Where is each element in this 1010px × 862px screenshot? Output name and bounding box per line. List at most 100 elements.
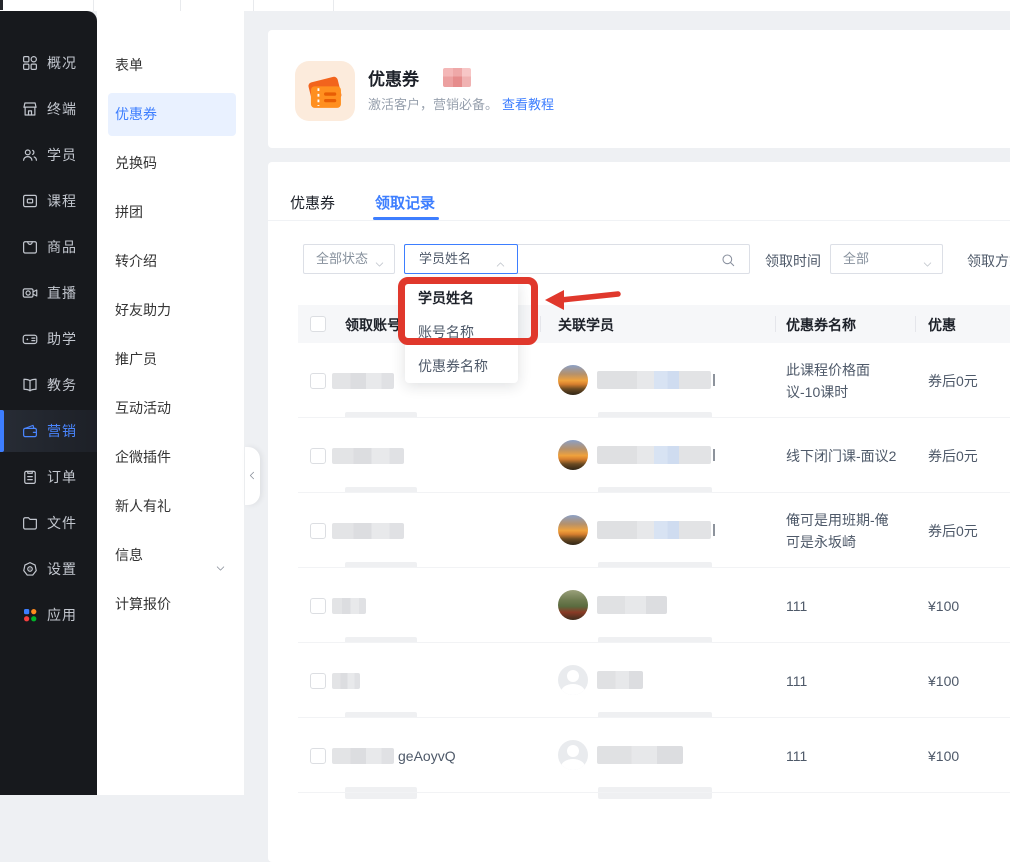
sidebar-item-10[interactable]: 订单 xyxy=(0,456,97,498)
storefront-icon xyxy=(21,100,39,118)
redaction-artifact xyxy=(598,787,712,799)
row-checkbox[interactable] xyxy=(310,598,326,614)
top-strip xyxy=(0,0,1010,11)
marketing-icon xyxy=(21,422,39,440)
grid-icon xyxy=(21,54,39,72)
table-row: 111 ¥100 xyxy=(268,568,1010,643)
discount-cell: ¥100 xyxy=(928,568,959,643)
top-strip-divider xyxy=(93,0,94,11)
submenu-item-label: 拼团 xyxy=(115,204,143,220)
gear-icon xyxy=(21,560,39,578)
sidebar-item-11[interactable]: 文件 xyxy=(0,502,97,544)
redacted-student-name xyxy=(597,446,711,464)
tab-claim-records[interactable]: 领取记录 xyxy=(375,192,435,213)
folder-icon xyxy=(21,514,39,532)
submenu-item-5[interactable]: 转介绍 xyxy=(108,240,236,283)
status-select[interactable]: 全部状态 xyxy=(303,244,395,274)
page-title: 优惠券 xyxy=(368,65,419,90)
submenu-item-9[interactable]: 企微插件 xyxy=(108,436,236,479)
sidebar-item-label: 概况 xyxy=(47,55,77,71)
discount-cell: 券后0元 xyxy=(928,418,978,493)
users-icon xyxy=(21,146,39,164)
search-icon[interactable] xyxy=(720,252,736,268)
chevron-down-icon xyxy=(214,549,227,562)
sidebar-item-13[interactable]: 应用 xyxy=(0,594,97,636)
sidebar-item-5[interactable]: 商品 xyxy=(0,226,97,268)
dropdown-option[interactable]: 账号名称 xyxy=(405,315,518,349)
table-row: geAoyvQ 111 ¥100 xyxy=(268,718,1010,793)
redacted-account xyxy=(332,598,366,614)
submenu-item-6[interactable]: 好友助力 xyxy=(108,289,236,332)
sidebar-item-label: 商品 xyxy=(47,239,77,255)
redacted-student-name xyxy=(597,371,711,389)
row-checkbox[interactable] xyxy=(310,748,326,764)
submenu-item-3[interactable]: 兑换码 xyxy=(108,142,236,185)
photo-avatar xyxy=(558,440,588,470)
submenu-item-8[interactable]: 互动活动 xyxy=(108,387,236,430)
sidebar-item-12[interactable]: 设置 xyxy=(0,548,97,590)
table-row: 线下闭门课-面议2 券后0元 xyxy=(268,418,1010,493)
dropdown-option[interactable]: 学员姓名 xyxy=(405,281,518,315)
row-checkbox[interactable] xyxy=(310,673,326,689)
sidebar-item-label: 教务 xyxy=(47,377,77,393)
select-all-checkbox[interactable] xyxy=(310,316,326,332)
redacted-account xyxy=(332,373,394,389)
submenu-item-label: 好友助力 xyxy=(115,302,171,318)
sidebar-item-label: 应用 xyxy=(47,607,77,623)
top-strip-divider xyxy=(333,0,334,11)
sidebar-item-6[interactable]: 直播 xyxy=(0,272,97,314)
main-area: 优惠券 激活客户，营销必备。查看教程 优惠券 领取记录 全部状态 学员姓名 领取… xyxy=(245,11,1010,795)
submenu-item-label: 信息 xyxy=(115,547,143,563)
assist-icon xyxy=(21,330,39,348)
submenu-item-12[interactable]: 计算报价 xyxy=(108,583,236,626)
submenu-item-4[interactable]: 拼团 xyxy=(108,191,236,234)
row-checkbox[interactable] xyxy=(310,523,326,539)
redaction-artifact xyxy=(713,449,715,461)
sidebar-item-2[interactable]: 终端 xyxy=(0,88,97,130)
sidebar-item-7[interactable]: 助学 xyxy=(0,318,97,360)
submenu-item-1[interactable]: 表单 xyxy=(108,44,236,87)
row-checkbox[interactable] xyxy=(310,373,326,389)
submenu-item-2[interactable]: 优惠券 xyxy=(108,93,236,136)
search-field-dropdown: 学员姓名账号名称优惠券名称 xyxy=(405,281,518,383)
submenu-item-label: 互动活动 xyxy=(115,400,171,416)
discount-cell: ¥100 xyxy=(928,643,959,718)
submenu-item-11[interactable]: 信息 xyxy=(108,534,236,577)
tab-coupons[interactable]: 优惠券 xyxy=(290,192,335,213)
sidebar-item-label: 终端 xyxy=(47,101,77,117)
submenu-item-label: 优惠券 xyxy=(115,106,157,122)
live-camera-icon xyxy=(21,284,39,302)
book-icon xyxy=(21,376,39,394)
table-row: 俺可是用班期-俺可是永坂崎 券后0元 xyxy=(268,493,1010,568)
column-header-student: 关联学员 xyxy=(558,315,614,335)
redaction-artifact xyxy=(713,374,715,386)
redacted-account xyxy=(332,748,394,764)
claim-time-select[interactable]: 全部 xyxy=(830,244,943,274)
sidebar-item-label: 课程 xyxy=(47,193,77,209)
column-header-account: 领取账号 xyxy=(345,315,401,335)
sidebar-item-8[interactable]: 教务 xyxy=(0,364,97,406)
tutorial-link[interactable]: 查看教程 xyxy=(502,97,554,112)
row-checkbox[interactable] xyxy=(310,448,326,464)
sidebar-item-label: 订单 xyxy=(47,469,77,485)
search-input[interactable]: 学员姓名 xyxy=(404,244,750,274)
claim-time-label: 领取时间 xyxy=(765,251,821,271)
sidebar-collapse-handle[interactable] xyxy=(245,447,260,505)
sidebar-item-9[interactable]: 营销 xyxy=(0,410,97,452)
search-field-select[interactable]: 学员姓名 xyxy=(404,244,518,274)
sidebar-item-1[interactable]: 概况 xyxy=(0,42,97,84)
dropdown-option[interactable]: 优惠券名称 xyxy=(405,349,518,383)
coupon-name-cell: 线下闭门课-面议2 xyxy=(786,418,898,493)
submenu-item-label: 表单 xyxy=(115,57,143,73)
goods-icon xyxy=(21,238,39,256)
status-select-value: 全部状态 xyxy=(316,251,368,266)
redacted-account xyxy=(332,673,360,689)
submenu-item-10[interactable]: 新人有礼 xyxy=(108,485,236,528)
submenu-item-7[interactable]: 推广员 xyxy=(108,338,236,381)
coupon-name-cell: 111 xyxy=(786,568,898,643)
top-strip-divider xyxy=(180,0,181,11)
sidebar-item-3[interactable]: 学员 xyxy=(0,134,97,176)
orders-icon xyxy=(21,468,39,486)
discount-cell: 券后0元 xyxy=(928,343,978,418)
sidebar-item-4[interactable]: 课程 xyxy=(0,180,97,222)
